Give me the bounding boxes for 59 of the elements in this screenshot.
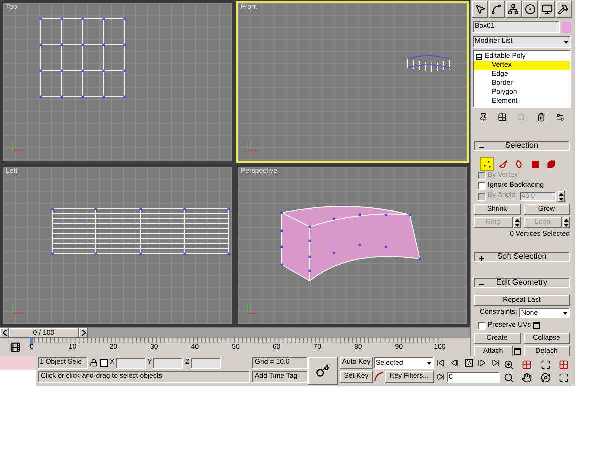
zoom-extents-icon[interactable] — [540, 360, 551, 370]
panel-tab[interactable] — [506, 1, 522, 18]
pin-icon[interactable] — [479, 113, 488, 122]
pan-icon[interactable] — [522, 372, 532, 382]
axis-tripod-icon — [11, 302, 25, 316]
zoom-icon[interactable] — [504, 360, 514, 370]
curve-icon — [491, 4, 502, 15]
settings-box-icon[interactable] — [533, 322, 540, 330]
slider-forward-button[interactable] — [79, 328, 88, 338]
circle-icon — [524, 4, 536, 15]
spinner-arrows-icon[interactable] — [558, 191, 565, 202]
triangle-icon — [498, 160, 508, 168]
dropdown-arrow-icon — [564, 40, 569, 44]
curve-key-icon[interactable] — [374, 372, 384, 382]
orbit-icon[interactable] — [540, 372, 551, 382]
panel-tab[interactable] — [472, 1, 488, 18]
vertex-mode-button[interactable] — [480, 157, 494, 171]
panel-tab[interactable] — [488, 1, 505, 18]
cube-icon — [546, 160, 556, 168]
film-icon[interactable] — [10, 342, 20, 352]
collapse-box-icon[interactable] — [476, 54, 482, 60]
next-frame-icon[interactable] — [478, 359, 486, 367]
play-icon[interactable] — [464, 359, 472, 367]
slider-back-button[interactable] — [0, 328, 9, 338]
key-icon — [316, 364, 330, 378]
axis-tripod-icon — [246, 302, 260, 316]
monitor-icon — [542, 4, 553, 15]
dropdown-arrow-icon — [427, 362, 432, 364]
hierarchy-icon — [508, 4, 520, 15]
loop-icon — [514, 160, 524, 168]
rollout-header[interactable]: Selection — [474, 141, 570, 151]
previous-frame-icon[interactable] — [450, 359, 459, 367]
go-to-end-icon[interactable] — [492, 359, 500, 367]
panel-tab[interactable] — [522, 1, 538, 18]
grid-icon[interactable] — [498, 113, 508, 122]
coordinate-field[interactable] — [153, 358, 184, 368]
checkbox[interactable] — [478, 182, 486, 190]
lock-icon[interactable] — [90, 359, 98, 367]
rollout-header[interactable]: Edit Geometry — [474, 278, 570, 288]
dropdown-arrow-icon — [563, 312, 568, 315]
dots-icon — [482, 160, 492, 168]
pointer-icon — [474, 4, 486, 15]
hammer-icon — [558, 4, 570, 15]
object-color-swatch[interactable] — [562, 22, 571, 32]
go-to-start-icon[interactable] — [437, 359, 445, 367]
region-zoom-icon[interactable] — [504, 372, 514, 382]
set-key-mode-button[interactable] — [308, 357, 338, 385]
coordinate-field[interactable] — [190, 358, 221, 368]
rollout-header[interactable]: Soft Selection — [474, 252, 570, 262]
axis-tripod-icon — [246, 138, 260, 152]
axis-tripod-icon — [11, 138, 25, 152]
trash-icon[interactable] — [536, 113, 546, 122]
panel-tab[interactable] — [556, 1, 572, 18]
square-icon — [530, 160, 540, 168]
coordinate-field[interactable] — [116, 358, 146, 368]
panel-tab[interactable] — [539, 1, 556, 18]
settings-icon[interactable] — [556, 113, 565, 122]
checkbox[interactable] — [478, 322, 486, 330]
maximize-viewport-icon[interactable] — [558, 372, 569, 382]
